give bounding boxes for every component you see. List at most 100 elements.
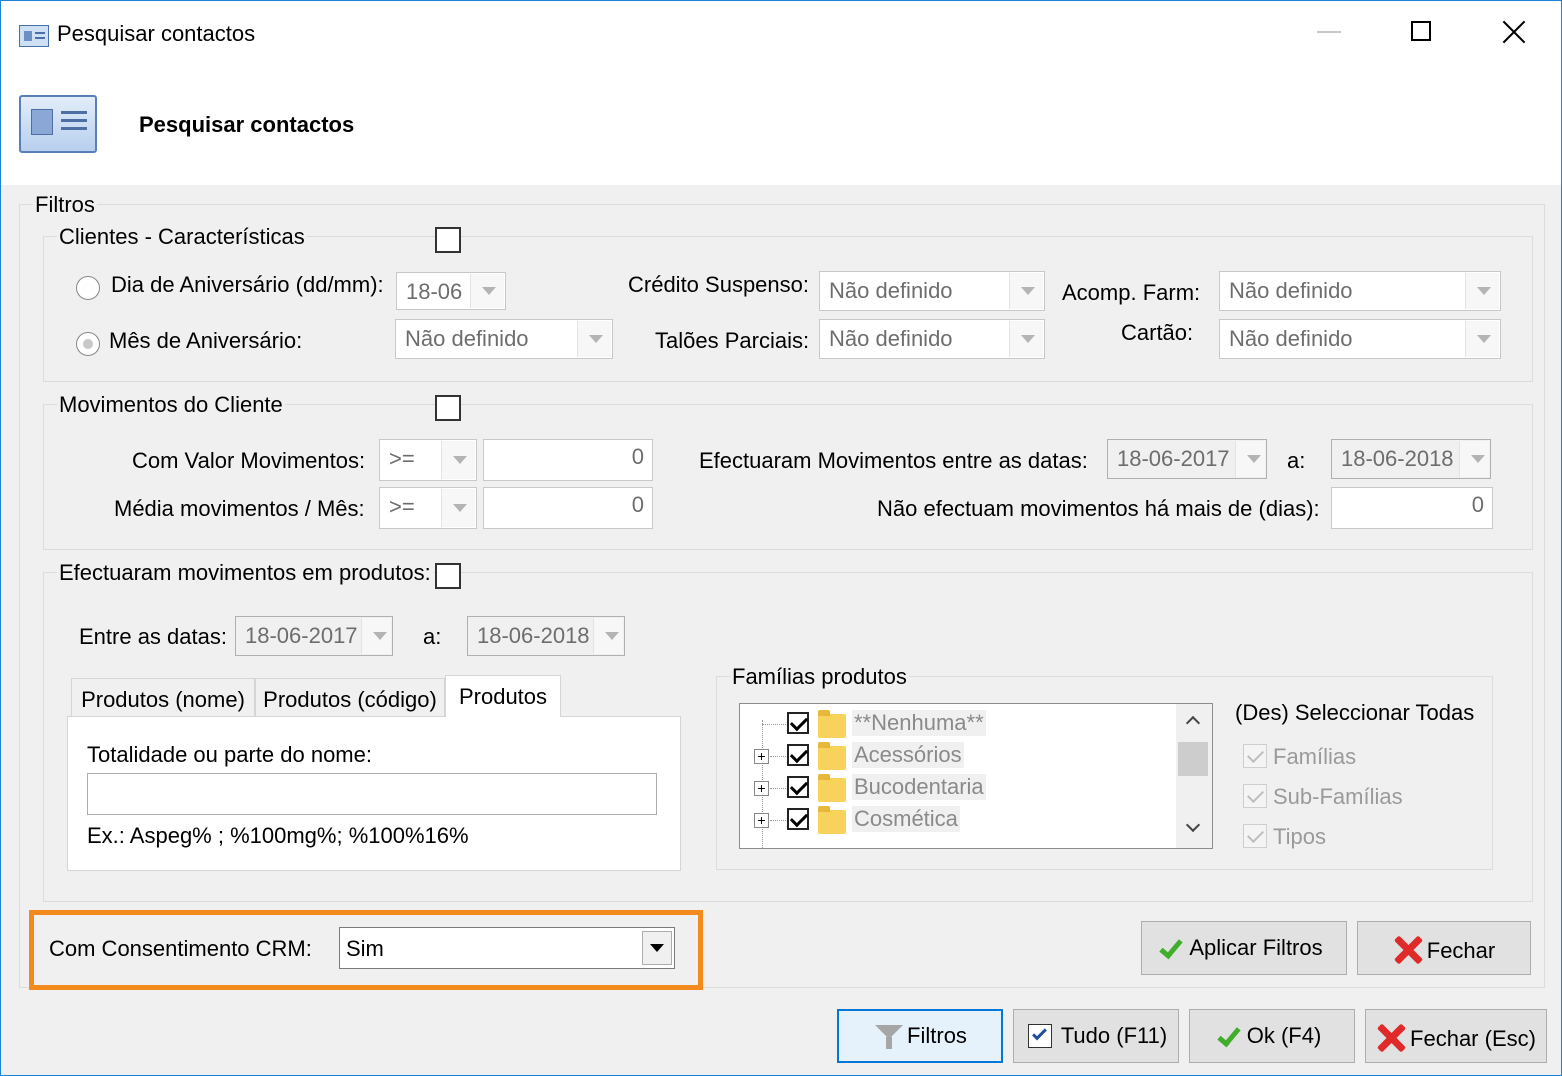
contact-card-large-icon bbox=[19, 95, 97, 153]
check-icon bbox=[1159, 934, 1184, 960]
tipos-checkbox[interactable] bbox=[1243, 824, 1267, 848]
movimentos-enable-checkbox[interactable] bbox=[435, 395, 461, 421]
entre-label: Entre as datas: bbox=[79, 624, 227, 649]
fechar-filtros-button[interactable]: Fechar bbox=[1357, 921, 1531, 975]
taloes-parciais-value: Não definido bbox=[829, 326, 953, 351]
media-operator[interactable]: >= bbox=[379, 487, 477, 529]
chevron-down-icon[interactable] bbox=[470, 274, 504, 308]
tudo-button[interactable]: Tudo (F11) bbox=[1013, 1009, 1179, 1063]
cartao-combo[interactable]: Não definido bbox=[1219, 319, 1501, 359]
prod-data-inicio-value: 18-06-2017 bbox=[245, 623, 358, 648]
maximize-icon[interactable] bbox=[1411, 21, 1431, 41]
aplicar-filtros-label: Aplicar Filtros bbox=[1189, 935, 1323, 960]
acomp-farm-combo[interactable]: Não definido bbox=[1219, 271, 1501, 311]
expand-icon[interactable]: + bbox=[754, 749, 769, 764]
prod-data-fim-picker[interactable]: 18-06-2018 bbox=[467, 616, 625, 656]
fechar-esc-button[interactable]: Fechar (Esc) bbox=[1365, 1009, 1547, 1063]
subfamilias-checkbox[interactable] bbox=[1243, 784, 1267, 808]
com-valor-label: Com Valor Movimentos: bbox=[132, 448, 366, 473]
totalidade-label: Totalidade ou parte do nome: bbox=[87, 742, 372, 767]
ok-button-label: Ok (F4) bbox=[1246, 1023, 1322, 1048]
des-seleccionar-label: (Des) Seleccionar Todas bbox=[1235, 700, 1475, 725]
dia-aniversario-radio[interactable] bbox=[76, 276, 100, 300]
mov-data-inicio-picker[interactable]: 18-06-2017 bbox=[1107, 439, 1267, 479]
movimentos-group bbox=[43, 404, 1533, 550]
totalidade-input[interactable] bbox=[87, 773, 657, 815]
chevron-down-icon[interactable] bbox=[577, 321, 611, 357]
clientes-enable-checkbox[interactable] bbox=[435, 227, 461, 253]
scroll-up-icon[interactable] bbox=[1185, 715, 1201, 731]
taloes-parciais-combo[interactable]: Não definido bbox=[819, 319, 1045, 359]
close-icon bbox=[1393, 935, 1423, 965]
expand-icon[interactable]: + bbox=[754, 781, 769, 796]
filtros-button-label: Filtros bbox=[907, 1023, 967, 1048]
scroll-thumb[interactable] bbox=[1178, 742, 1208, 776]
fechar-filtros-label: Fechar bbox=[1426, 938, 1496, 963]
chevron-down-icon[interactable] bbox=[1465, 273, 1499, 309]
tab-produtos-codigo[interactable]: Produtos (código) bbox=[255, 678, 445, 716]
tree-checkbox[interactable] bbox=[787, 808, 809, 830]
taloes-parciais-label: Talões Parciais: bbox=[655, 328, 810, 353]
tree-checkbox[interactable] bbox=[787, 744, 809, 766]
familias-tree[interactable]: **Nenhuma** + Acessórios + Bucodentaria … bbox=[739, 703, 1213, 849]
chevron-down-icon[interactable] bbox=[1009, 273, 1043, 309]
acomp-farm-value: Não definido bbox=[1229, 278, 1353, 303]
chevron-down-icon[interactable] bbox=[642, 931, 672, 965]
folder-icon bbox=[818, 742, 846, 770]
chevron-down-icon[interactable] bbox=[1235, 441, 1265, 477]
tree-item-acessorios[interactable]: + Acessórios bbox=[740, 740, 1210, 772]
scroll-down-icon[interactable] bbox=[1185, 817, 1201, 833]
mov-data-fim-picker[interactable]: 18-06-2018 bbox=[1331, 439, 1491, 479]
minimize-icon[interactable] bbox=[1317, 31, 1341, 33]
tab-produtos-nome[interactable]: Produtos (nome) bbox=[71, 678, 255, 716]
credito-suspenso-label: Crédito Suspenso: bbox=[628, 272, 809, 297]
folder-icon bbox=[818, 806, 846, 834]
mes-aniversario-label: Mês de Aniversário: bbox=[109, 328, 303, 353]
tipos-option-label: Tipos bbox=[1273, 824, 1326, 849]
tree-item-bucodentaria[interactable]: + Bucodentaria bbox=[740, 772, 1210, 804]
chevron-down-icon[interactable] bbox=[1009, 321, 1043, 357]
tree-item-cosmetica[interactable]: + Cosmética bbox=[740, 804, 1210, 836]
nao-efectuam-input[interactable]: 0 bbox=[1331, 487, 1493, 529]
produtos-enable-checkbox[interactable] bbox=[435, 563, 461, 589]
ok-button[interactable]: Ok (F4) bbox=[1189, 1009, 1355, 1063]
expand-icon[interactable]: + bbox=[754, 813, 769, 828]
tree-checkbox[interactable] bbox=[787, 776, 809, 798]
com-valor-input[interactable]: 0 bbox=[483, 439, 653, 481]
crm-value: Sim bbox=[346, 936, 384, 961]
close-icon bbox=[1376, 1023, 1406, 1053]
chevron-down-icon[interactable] bbox=[361, 618, 391, 654]
familias-checkbox[interactable] bbox=[1243, 744, 1267, 768]
header-panel: Pesquisar contactos bbox=[1, 65, 1561, 185]
entre-datas-label: Efectuaram Movimentos entre as datas: bbox=[699, 448, 1088, 473]
chevron-down-icon[interactable] bbox=[593, 618, 623, 654]
filtros-button[interactable]: Filtros bbox=[837, 1009, 1003, 1063]
prod-data-inicio-picker[interactable]: 18-06-2017 bbox=[235, 616, 393, 656]
tree-checkbox[interactable] bbox=[787, 712, 809, 734]
media-op-value: >= bbox=[389, 494, 415, 519]
tree-item-label: **Nenhuma** bbox=[852, 710, 986, 736]
search-contacts-window: Pesquisar contactos Pesquisar contactos … bbox=[0, 0, 1562, 1076]
mes-aniversario-radio[interactable] bbox=[76, 332, 100, 356]
tab-produtos[interactable]: Produtos bbox=[445, 675, 561, 717]
clientes-legend: Clientes - Características bbox=[57, 224, 307, 250]
contact-card-icon bbox=[19, 25, 49, 47]
chevron-down-icon[interactable] bbox=[441, 441, 475, 479]
tree-item-nenhuma[interactable]: **Nenhuma** bbox=[740, 708, 1210, 740]
mes-aniversario-combo[interactable]: Não definido bbox=[395, 319, 613, 359]
chevron-down-icon[interactable] bbox=[1465, 321, 1499, 357]
chevron-down-icon[interactable] bbox=[1459, 441, 1489, 477]
dia-aniversario-combo[interactable]: 18-06 bbox=[396, 272, 506, 310]
media-input[interactable]: 0 bbox=[483, 487, 653, 529]
tree-scrollbar[interactable] bbox=[1176, 704, 1212, 848]
close-icon[interactable] bbox=[1501, 19, 1527, 45]
com-valor-operator[interactable]: >= bbox=[379, 439, 477, 481]
check-icon bbox=[1217, 1022, 1241, 1048]
tree-item-label: Bucodentaria bbox=[852, 774, 986, 800]
credito-suspenso-combo[interactable]: Não definido bbox=[819, 271, 1045, 311]
title-bar: Pesquisar contactos bbox=[1, 1, 1561, 65]
crm-combo[interactable]: Sim bbox=[339, 927, 675, 969]
chevron-down-icon[interactable] bbox=[441, 489, 475, 527]
produtos-legend: Efectuaram movimentos em produtos: bbox=[57, 560, 433, 586]
aplicar-filtros-button[interactable]: Aplicar Filtros bbox=[1141, 921, 1347, 975]
